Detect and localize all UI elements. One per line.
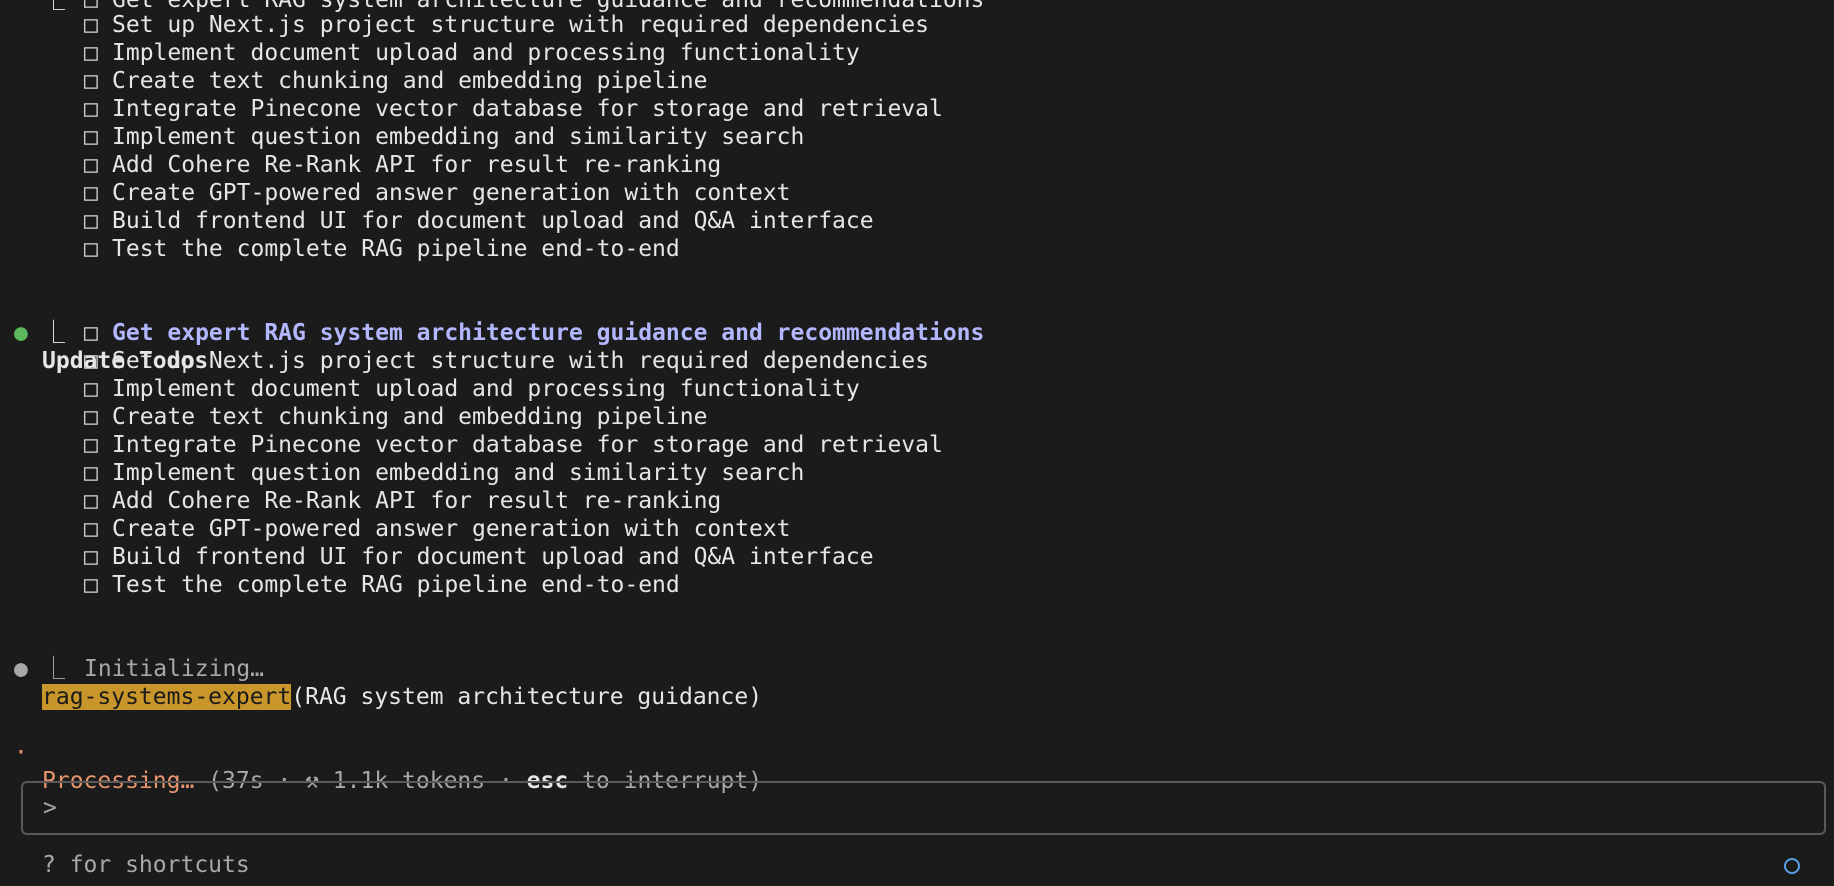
todo-item: □ Implement document upload and processin… bbox=[84, 376, 860, 402]
checkbox-icon: □ bbox=[84, 488, 98, 514]
todo-item: □ Create GPT-powered answer generation wi… bbox=[84, 180, 791, 206]
todo-item: □ Add Cohere Re-Rank API for result re-ra… bbox=[84, 152, 722, 178]
checkbox-icon: □ bbox=[84, 152, 98, 178]
checkbox-icon: □ bbox=[84, 376, 98, 402]
todo-item: □ Build frontend UI for document upload a… bbox=[84, 208, 874, 234]
checkbox-icon: □ bbox=[84, 544, 98, 570]
checkbox-icon: □ bbox=[84, 432, 98, 458]
todo-item: □ Add Cohere Re-Rank API for result re-ra… bbox=[84, 488, 722, 514]
checkbox-icon: □ bbox=[84, 208, 98, 234]
todo-item-active: ⎿ □ Get expert RAG system architecture gui… bbox=[42, 320, 985, 346]
todo-item: □ Test the complete RAG pipeline end-to-e… bbox=[84, 236, 680, 262]
prompt-caret: > bbox=[43, 795, 57, 821]
update-todos-header: ● Update Todos bbox=[0, 291, 208, 374]
checkbox-icon: □ bbox=[84, 460, 98, 486]
checkbox-icon: □ bbox=[84, 68, 98, 94]
todo-item: □ Implement question embedding and simila… bbox=[84, 460, 805, 486]
checkbox-icon: □ bbox=[84, 516, 98, 542]
processing-status: · Processing… (37s · ⚒ 1.1k tokens · esc… bbox=[14, 740, 763, 794]
checkbox-icon: □ bbox=[84, 572, 98, 598]
todo-item: □ Integrate Pinecone vector database for … bbox=[84, 96, 943, 122]
tree-branch-icon: ⎿ bbox=[42, 656, 65, 682]
checkbox-icon: □ bbox=[84, 404, 98, 430]
tree-branch-icon: ⎿ bbox=[42, 0, 65, 13]
bullet-icon: ● bbox=[14, 656, 28, 682]
checkbox-icon: □ bbox=[84, 320, 98, 346]
checkbox-icon: □ bbox=[84, 12, 98, 38]
todo-item: □ Set up Next.js project structure with r… bbox=[84, 348, 929, 374]
tree-branch-icon: ⎿ bbox=[42, 320, 65, 346]
checkbox-icon: □ bbox=[84, 96, 98, 122]
prompt-input-box[interactable]: > bbox=[21, 781, 1826, 835]
todo-item: □ Build frontend UI for document upload a… bbox=[84, 544, 874, 570]
todo-item: □ Test the complete RAG pipeline end-to-e… bbox=[84, 572, 680, 598]
todo-item: □ Implement document upload and processin… bbox=[84, 40, 860, 66]
todo-item: □ Implement question embedding and simila… bbox=[84, 124, 805, 150]
agent-args: (RAG system architecture guidance) bbox=[291, 684, 763, 710]
checkbox-icon: □ bbox=[84, 236, 98, 262]
checkbox-icon: □ bbox=[84, 180, 98, 206]
todo-item: □ Create text chunking and embedding pipe… bbox=[84, 404, 708, 430]
checkbox-icon: □ bbox=[84, 40, 98, 66]
todo-item: □ Create text chunking and embedding pipe… bbox=[84, 68, 708, 94]
agent-name: rag-systems-expert bbox=[42, 684, 292, 710]
todo-item: □ Create GPT-powered answer generation wi… bbox=[84, 516, 791, 542]
checkbox-icon: □ bbox=[84, 124, 98, 150]
todo-item: □ Integrate Pinecone vector database for … bbox=[84, 432, 943, 458]
success-bullet-icon: ● bbox=[14, 320, 28, 346]
checkbox-icon: □ bbox=[84, 348, 98, 374]
shortcuts-hint: ? for shortcuts bbox=[42, 852, 250, 878]
bullet-icon: · bbox=[14, 740, 28, 766]
agent-status: ⎿ Initializing… bbox=[42, 656, 265, 682]
agent-header: ● rag-systems-expert(RAG system architec… bbox=[0, 627, 762, 710]
status-circle-icon bbox=[1784, 858, 1800, 874]
todo-item: □ Set up Next.js project structure with r… bbox=[84, 12, 929, 38]
